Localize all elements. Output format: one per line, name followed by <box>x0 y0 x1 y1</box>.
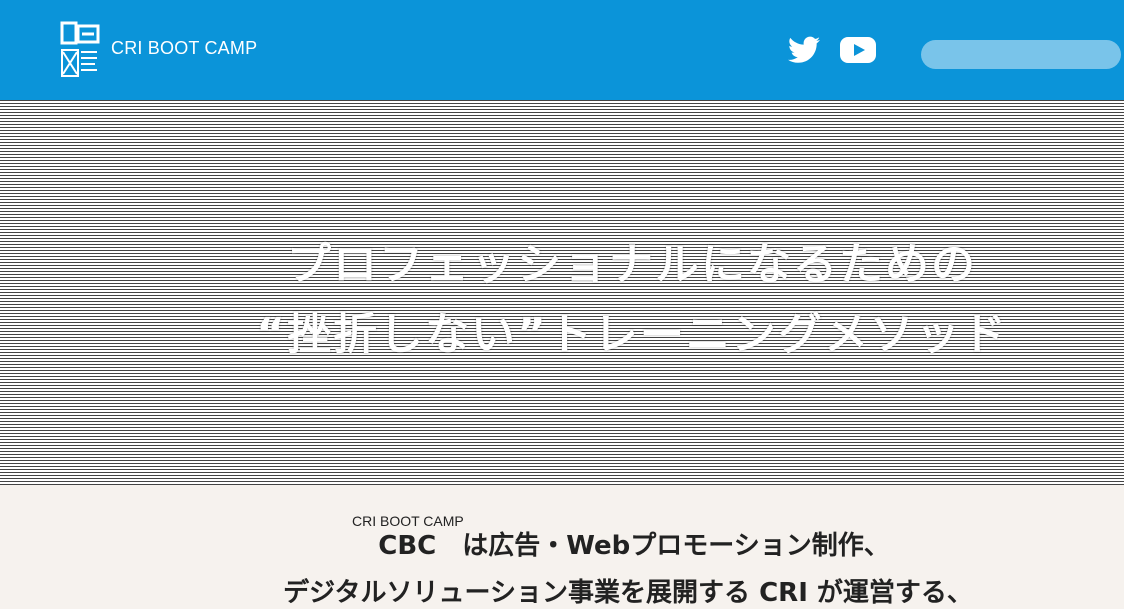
brand-name[interactable]: CRI BOOT CAMP <box>111 38 257 59</box>
twitter-icon[interactable] <box>788 36 820 64</box>
hero-heading-line2: “挫折しない”トレーニングメソッド <box>256 309 1008 360</box>
cbc-logo-icon[interactable] <box>60 20 102 78</box>
hero-banner <box>0 100 1124 485</box>
search-input[interactable] <box>921 40 1121 69</box>
intro-text-line2: デジタルソリューション事業を展開する CRI が運営する、 <box>283 578 973 608</box>
youtube-icon[interactable] <box>840 35 876 65</box>
intro-text-line1: CBC は広告・Webプロモーション制作、 <box>378 531 890 561</box>
hero-heading-line1: プロフェッショナルになるための <box>287 239 977 290</box>
site-header: CRI BOOT CAMP <box>0 0 1124 100</box>
